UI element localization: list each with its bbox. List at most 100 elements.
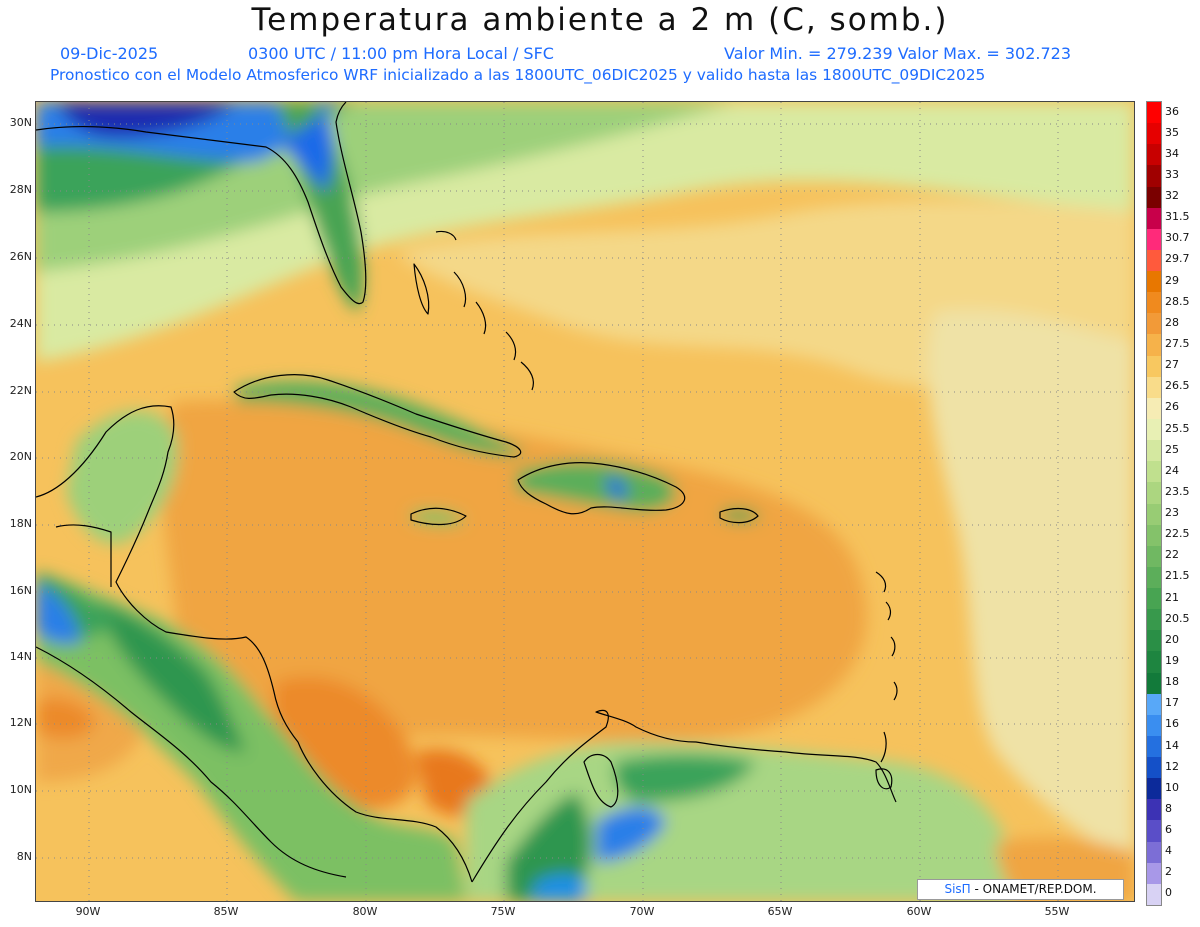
temperature-map[interactable] (35, 101, 1135, 902)
lat-label: 14N (9, 650, 32, 663)
colorbar-label: 24 (1165, 463, 1179, 477)
lon-label: 60W (906, 905, 932, 918)
forecast-date: 09-Dic-2025 (60, 44, 159, 63)
colorbar-swatch (1147, 672, 1161, 695)
colorbar-label: 29.7 (1165, 252, 1190, 266)
colorbar-swatch (1147, 820, 1161, 843)
lat-label: 26N (9, 250, 32, 263)
lon-label: 85W (213, 905, 239, 918)
lon-label: 75W (490, 905, 516, 918)
lat-label: 30N (9, 116, 32, 129)
credit-text: - ONAMET/REP.DOM. (970, 882, 1097, 896)
colorbar-label: 31.5 (1165, 210, 1190, 224)
colorbar-label: 8 (1165, 801, 1172, 815)
colorbar-swatch (1147, 566, 1161, 589)
colorbar-label: 28 (1165, 315, 1179, 329)
colorbar-swatch (1147, 313, 1161, 335)
colorbar-swatch (1147, 714, 1161, 737)
colorbar-label: 4 (1165, 844, 1172, 858)
colorbar-label: 10 (1165, 780, 1179, 794)
colorbar-swatch (1147, 883, 1161, 906)
colorbar-label: 26 (1165, 400, 1179, 414)
colorbar-swatch (1147, 778, 1161, 800)
colorbar-label: 16 (1165, 717, 1179, 731)
lat-label: 8N (16, 850, 32, 863)
colorbar-swatch (1147, 693, 1161, 716)
colorbar-label: 25 (1165, 442, 1179, 456)
colorbar-label: 27 (1165, 358, 1179, 372)
credit-box: SisΠ - ONAMET/REP.DOM. (917, 879, 1124, 900)
colorbar-swatch (1147, 735, 1161, 758)
lon-label: 80W (352, 905, 378, 918)
colorbar-label: 0 (1165, 886, 1172, 900)
colorbar-swatch (1147, 482, 1161, 504)
lat-label: 10N (9, 783, 32, 796)
colorbar-swatch (1147, 630, 1161, 652)
model-description: Pronostico con el Modelo Atmosferico WRF… (50, 66, 986, 84)
colorbar-swatch (1147, 440, 1161, 462)
forecast-time: 0300 UTC / 11:00 pm Hora Local / SFC (248, 44, 554, 63)
colorbar-swatch (1147, 503, 1161, 526)
colorbar-label: 21.5 (1165, 569, 1190, 583)
min-max-values: Valor Min. = 279.239 Valor Max. = 302.72… (724, 44, 1072, 63)
colorbar-swatch (1147, 862, 1161, 885)
lon-label: 65W (767, 905, 793, 918)
lat-label: 18N (9, 517, 32, 530)
colorbar-label: 14 (1165, 738, 1179, 752)
sispi-logo: SisΠ (944, 882, 971, 896)
colorbar-label: 29 (1165, 273, 1179, 287)
colorbar-label: 12 (1165, 759, 1179, 773)
colorbar-swatch (1147, 186, 1161, 209)
lat-label: 28N (9, 183, 32, 196)
lat-label: 16N (9, 584, 32, 597)
lon-label: 90W (75, 905, 101, 918)
colorbar-swatch (1147, 545, 1161, 568)
colorbar-label: 23.5 (1165, 484, 1190, 498)
colorbar-swatch (1147, 524, 1161, 547)
colorbar-swatch (1147, 651, 1161, 674)
colorbar-label: 2 (1165, 865, 1172, 879)
colorbar-swatch (1147, 249, 1161, 272)
colorbar-swatch (1147, 123, 1161, 145)
colorbar-swatch (1147, 841, 1161, 864)
colorbar-label: 26.5 (1165, 379, 1190, 393)
colorbar-swatch (1147, 376, 1161, 399)
colorbar-swatch (1147, 461, 1161, 483)
colorbar-label: 25.5 (1165, 421, 1190, 435)
colorbar-label: 33 (1165, 167, 1179, 181)
colorbar-swatch (1147, 271, 1161, 293)
colorbar-label: 36 (1165, 104, 1179, 118)
colorbar-label: 22 (1165, 548, 1179, 562)
colorbar-swatch (1147, 418, 1161, 441)
colorbar-label: 22.5 (1165, 527, 1190, 541)
colorbar-swatch (1147, 207, 1161, 230)
colorbar-label: 21 (1165, 590, 1179, 604)
colorbar-swatch (1147, 799, 1161, 821)
colorbar-label: 23 (1165, 506, 1179, 520)
colorbar-label: 20 (1165, 632, 1179, 646)
map-title: Temperatura ambiente a 2 m (C, somb.) (251, 2, 949, 38)
colorbar-label: 19 (1165, 653, 1179, 667)
colorbar-label: 32 (1165, 189, 1179, 203)
colorbar-label: 28.5 (1165, 294, 1190, 308)
colorbar-label: 17 (1165, 696, 1179, 710)
colorbar-label: 30.7 (1165, 231, 1190, 245)
colorbar-swatch (1147, 588, 1161, 610)
colorbar-label: 6 (1165, 823, 1172, 837)
lat-label: 22N (9, 384, 32, 397)
colorbar-swatch (1147, 144, 1161, 166)
lat-label: 24N (9, 317, 32, 330)
lat-label: 12N (9, 716, 32, 729)
lon-label: 70W (629, 905, 655, 918)
colorbar-label: 34 (1165, 146, 1179, 160)
colorbar-label: 27.5 (1165, 337, 1190, 350)
colorbar-label: 20.5 (1165, 611, 1190, 625)
lat-label: 20N (9, 450, 32, 463)
temperature-colorbar (1146, 101, 1162, 906)
lon-label: 55W (1044, 905, 1070, 918)
colorbar-swatch (1147, 334, 1161, 357)
colorbar-label: 35 (1165, 125, 1179, 139)
colorbar-swatch (1147, 102, 1161, 124)
colorbar-swatch (1147, 757, 1161, 779)
colorbar-swatch (1147, 165, 1161, 188)
